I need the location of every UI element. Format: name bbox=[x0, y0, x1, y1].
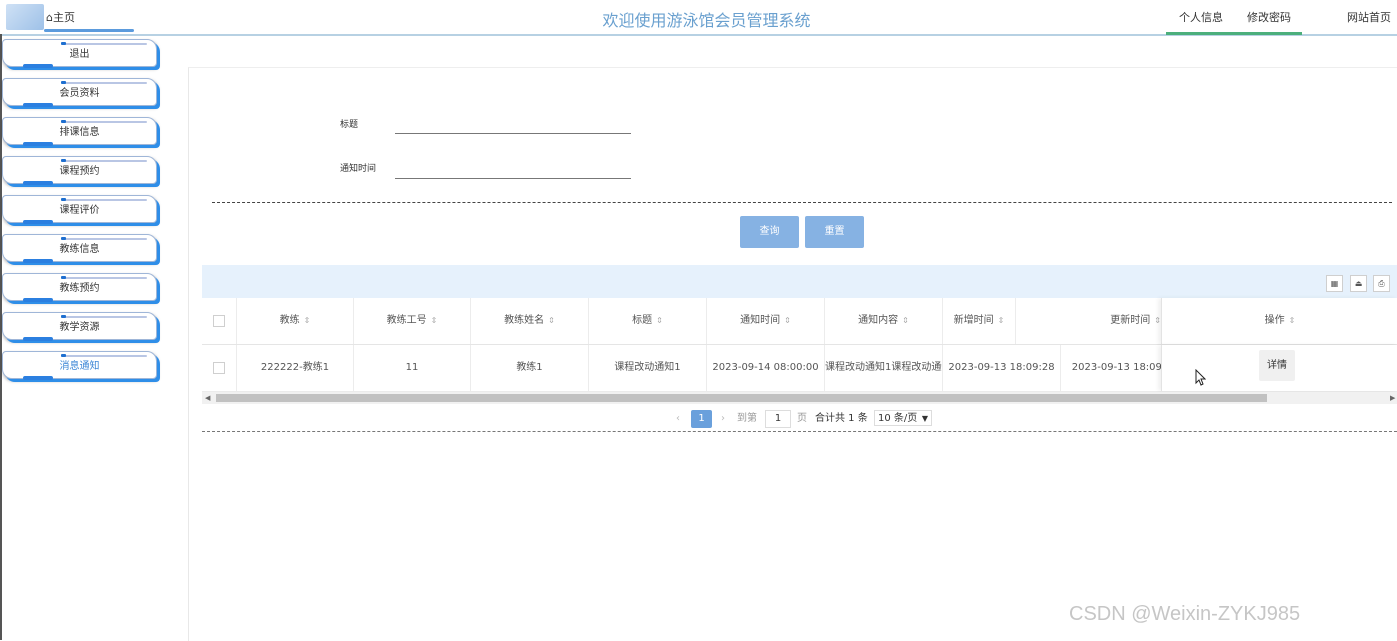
sort-icon: ⇕ bbox=[303, 316, 311, 325]
table-bottom-divider bbox=[202, 431, 1397, 432]
sort-icon: ⇕ bbox=[1154, 316, 1161, 325]
notify-time-label: 通知时间 bbox=[340, 164, 377, 174]
scroll-left-icon[interactable]: ◀ bbox=[205, 392, 210, 404]
column-header-content[interactable]: 通知内容 ⇕ bbox=[825, 298, 943, 344]
scroll-right-icon[interactable]: ▶ bbox=[1390, 392, 1395, 404]
row-select-cell bbox=[202, 345, 237, 391]
sidebar-item-schedule[interactable]: 排课信息 bbox=[2, 117, 157, 146]
watermark: CSDN @Weixin-ZYKJ985 bbox=[1069, 603, 1301, 625]
table-toolbar bbox=[202, 265, 1397, 298]
sidebar-item-teaching-resources[interactable]: 教学资源 bbox=[2, 312, 157, 341]
export-icon[interactable]: ⏏ bbox=[1350, 275, 1367, 292]
cell-coach: 222222-教练1 bbox=[237, 345, 354, 391]
sidebar-item-label: 消息通知 bbox=[59, 361, 100, 372]
personal-info-link[interactable]: 个人信息 bbox=[1179, 9, 1223, 25]
sidebar-item-coach-booking[interactable]: 教练预约 bbox=[2, 273, 157, 302]
select-all-checkbox[interactable] bbox=[213, 315, 225, 327]
sidebar-item-course-review[interactable]: 课程评价 bbox=[2, 195, 157, 224]
next-page-button[interactable]: › bbox=[721, 410, 725, 428]
mouse-cursor-icon bbox=[1195, 369, 1206, 386]
top-header: ⌂主页 欢迎使用游泳馆会员管理系统 个人信息 修改密码 网站首页 bbox=[0, 0, 1397, 36]
goto-label: 到第 bbox=[737, 413, 757, 424]
column-header-updated[interactable]: 更新时间 ⇕ bbox=[1016, 298, 1162, 344]
sidebar-item-label: 教练预约 bbox=[59, 283, 100, 294]
notify-time-input-underline bbox=[395, 178, 631, 179]
sidebar-item-notifications[interactable]: 消息通知 bbox=[2, 351, 157, 380]
column-header-coach-name[interactable]: 教练姓名 ⇕ bbox=[471, 298, 589, 344]
sort-icon: ⇕ bbox=[784, 316, 791, 325]
cell-coach-no: 11 bbox=[354, 345, 471, 391]
page-size-select[interactable]: 10 条/页 ▼ bbox=[874, 410, 932, 426]
table-row: 222222-教练1 11 教练1 课程改动通知1 2023-09-14 08:… bbox=[202, 345, 1397, 392]
sidebar-item-logout[interactable]: 退出 bbox=[2, 39, 157, 68]
sidebar-item-coach-info[interactable]: 教练信息 bbox=[2, 234, 157, 263]
sidebar-item-label: 课程预约 bbox=[59, 166, 100, 177]
page-number-1[interactable]: 1 bbox=[691, 410, 712, 428]
goto-page-input[interactable]: 1 bbox=[765, 410, 791, 428]
detail-button[interactable]: 详情 bbox=[1259, 350, 1295, 381]
sidebar-item-member-profile[interactable]: 会员资料 bbox=[2, 78, 157, 107]
pagination: ‹ 1 › 到第 1 页 合计共 1 条 10 条/页 ▼ bbox=[0, 410, 1397, 428]
cell-content: 课程改动通知1课程改动通知1 bbox=[825, 345, 943, 391]
sort-icon: ⇕ bbox=[548, 316, 555, 325]
page-unit-label: 页 bbox=[797, 413, 807, 424]
sidebar-item-label: 课程评价 bbox=[59, 205, 100, 216]
header-select-cell bbox=[202, 298, 237, 344]
sidebar-item-label: 会员资料 bbox=[59, 88, 100, 99]
column-header-notify-time[interactable]: 通知时间 ⇕ bbox=[707, 298, 825, 344]
columns-icon[interactable]: ▦ bbox=[1326, 275, 1343, 292]
reset-button[interactable]: 重置 bbox=[805, 216, 864, 248]
cell-coach-name: 教练1 bbox=[471, 345, 589, 391]
change-password-link[interactable]: 修改密码 bbox=[1247, 9, 1291, 25]
title-input-underline bbox=[395, 133, 631, 134]
row-checkbox[interactable] bbox=[213, 362, 225, 374]
notify-time-input[interactable] bbox=[396, 161, 630, 175]
sidebar-item-course-booking[interactable]: 课程预约 bbox=[2, 156, 157, 185]
sidebar-item-label: 教练信息 bbox=[59, 244, 100, 255]
table-header: 教练 ⇕ 教练工号 ⇕ 教练姓名 ⇕ 标题 ⇕ 通知时间 ⇕ 通知内容 ⇕ 新增时间 ⇕ 更新… bbox=[202, 298, 1397, 345]
cell-title: 课程改动通知1 bbox=[589, 345, 707, 391]
title-input[interactable] bbox=[396, 117, 630, 131]
column-header-actions[interactable]: 操作 ⇕ bbox=[1161, 298, 1397, 344]
title-label: 标题 bbox=[340, 120, 359, 130]
sort-icon: ⇕ bbox=[997, 316, 1005, 325]
sort-icon: ⇕ bbox=[902, 316, 909, 325]
column-header-title[interactable]: 标题 ⇕ bbox=[589, 298, 707, 344]
cell-created: 2023-09-13 18:09:28 bbox=[943, 345, 1061, 391]
column-header-coach[interactable]: 教练 ⇕ bbox=[237, 298, 354, 344]
sidebar-item-label: 教学资源 bbox=[59, 322, 100, 333]
total-count: 合计共 1 条 bbox=[815, 413, 868, 424]
sort-icon: ⇕ bbox=[656, 316, 663, 325]
query-button[interactable]: 查询 bbox=[740, 216, 799, 248]
site-home-link[interactable]: 网站首页 bbox=[1347, 9, 1391, 25]
sidebar-item-label: 排课信息 bbox=[59, 127, 100, 138]
form-divider bbox=[212, 202, 1392, 203]
scrollbar-thumb[interactable] bbox=[216, 394, 1267, 402]
sidebar-item-label: 退出 bbox=[69, 49, 90, 60]
column-header-coach-no[interactable]: 教练工号 ⇕ bbox=[354, 298, 471, 344]
column-header-created[interactable]: 新增时间 ⇕ bbox=[943, 298, 1016, 344]
sort-icon: ⇕ bbox=[1288, 316, 1296, 325]
print-icon[interactable]: ⎙ bbox=[1373, 275, 1390, 292]
sort-icon: ⇕ bbox=[430, 316, 438, 325]
prev-page-button[interactable]: ‹ bbox=[676, 410, 680, 428]
cell-notify-time: 2023-09-14 08:00:00 bbox=[707, 345, 825, 391]
chevron-down-icon: ▼ bbox=[921, 414, 928, 423]
active-accent-bar bbox=[1166, 32, 1302, 35]
